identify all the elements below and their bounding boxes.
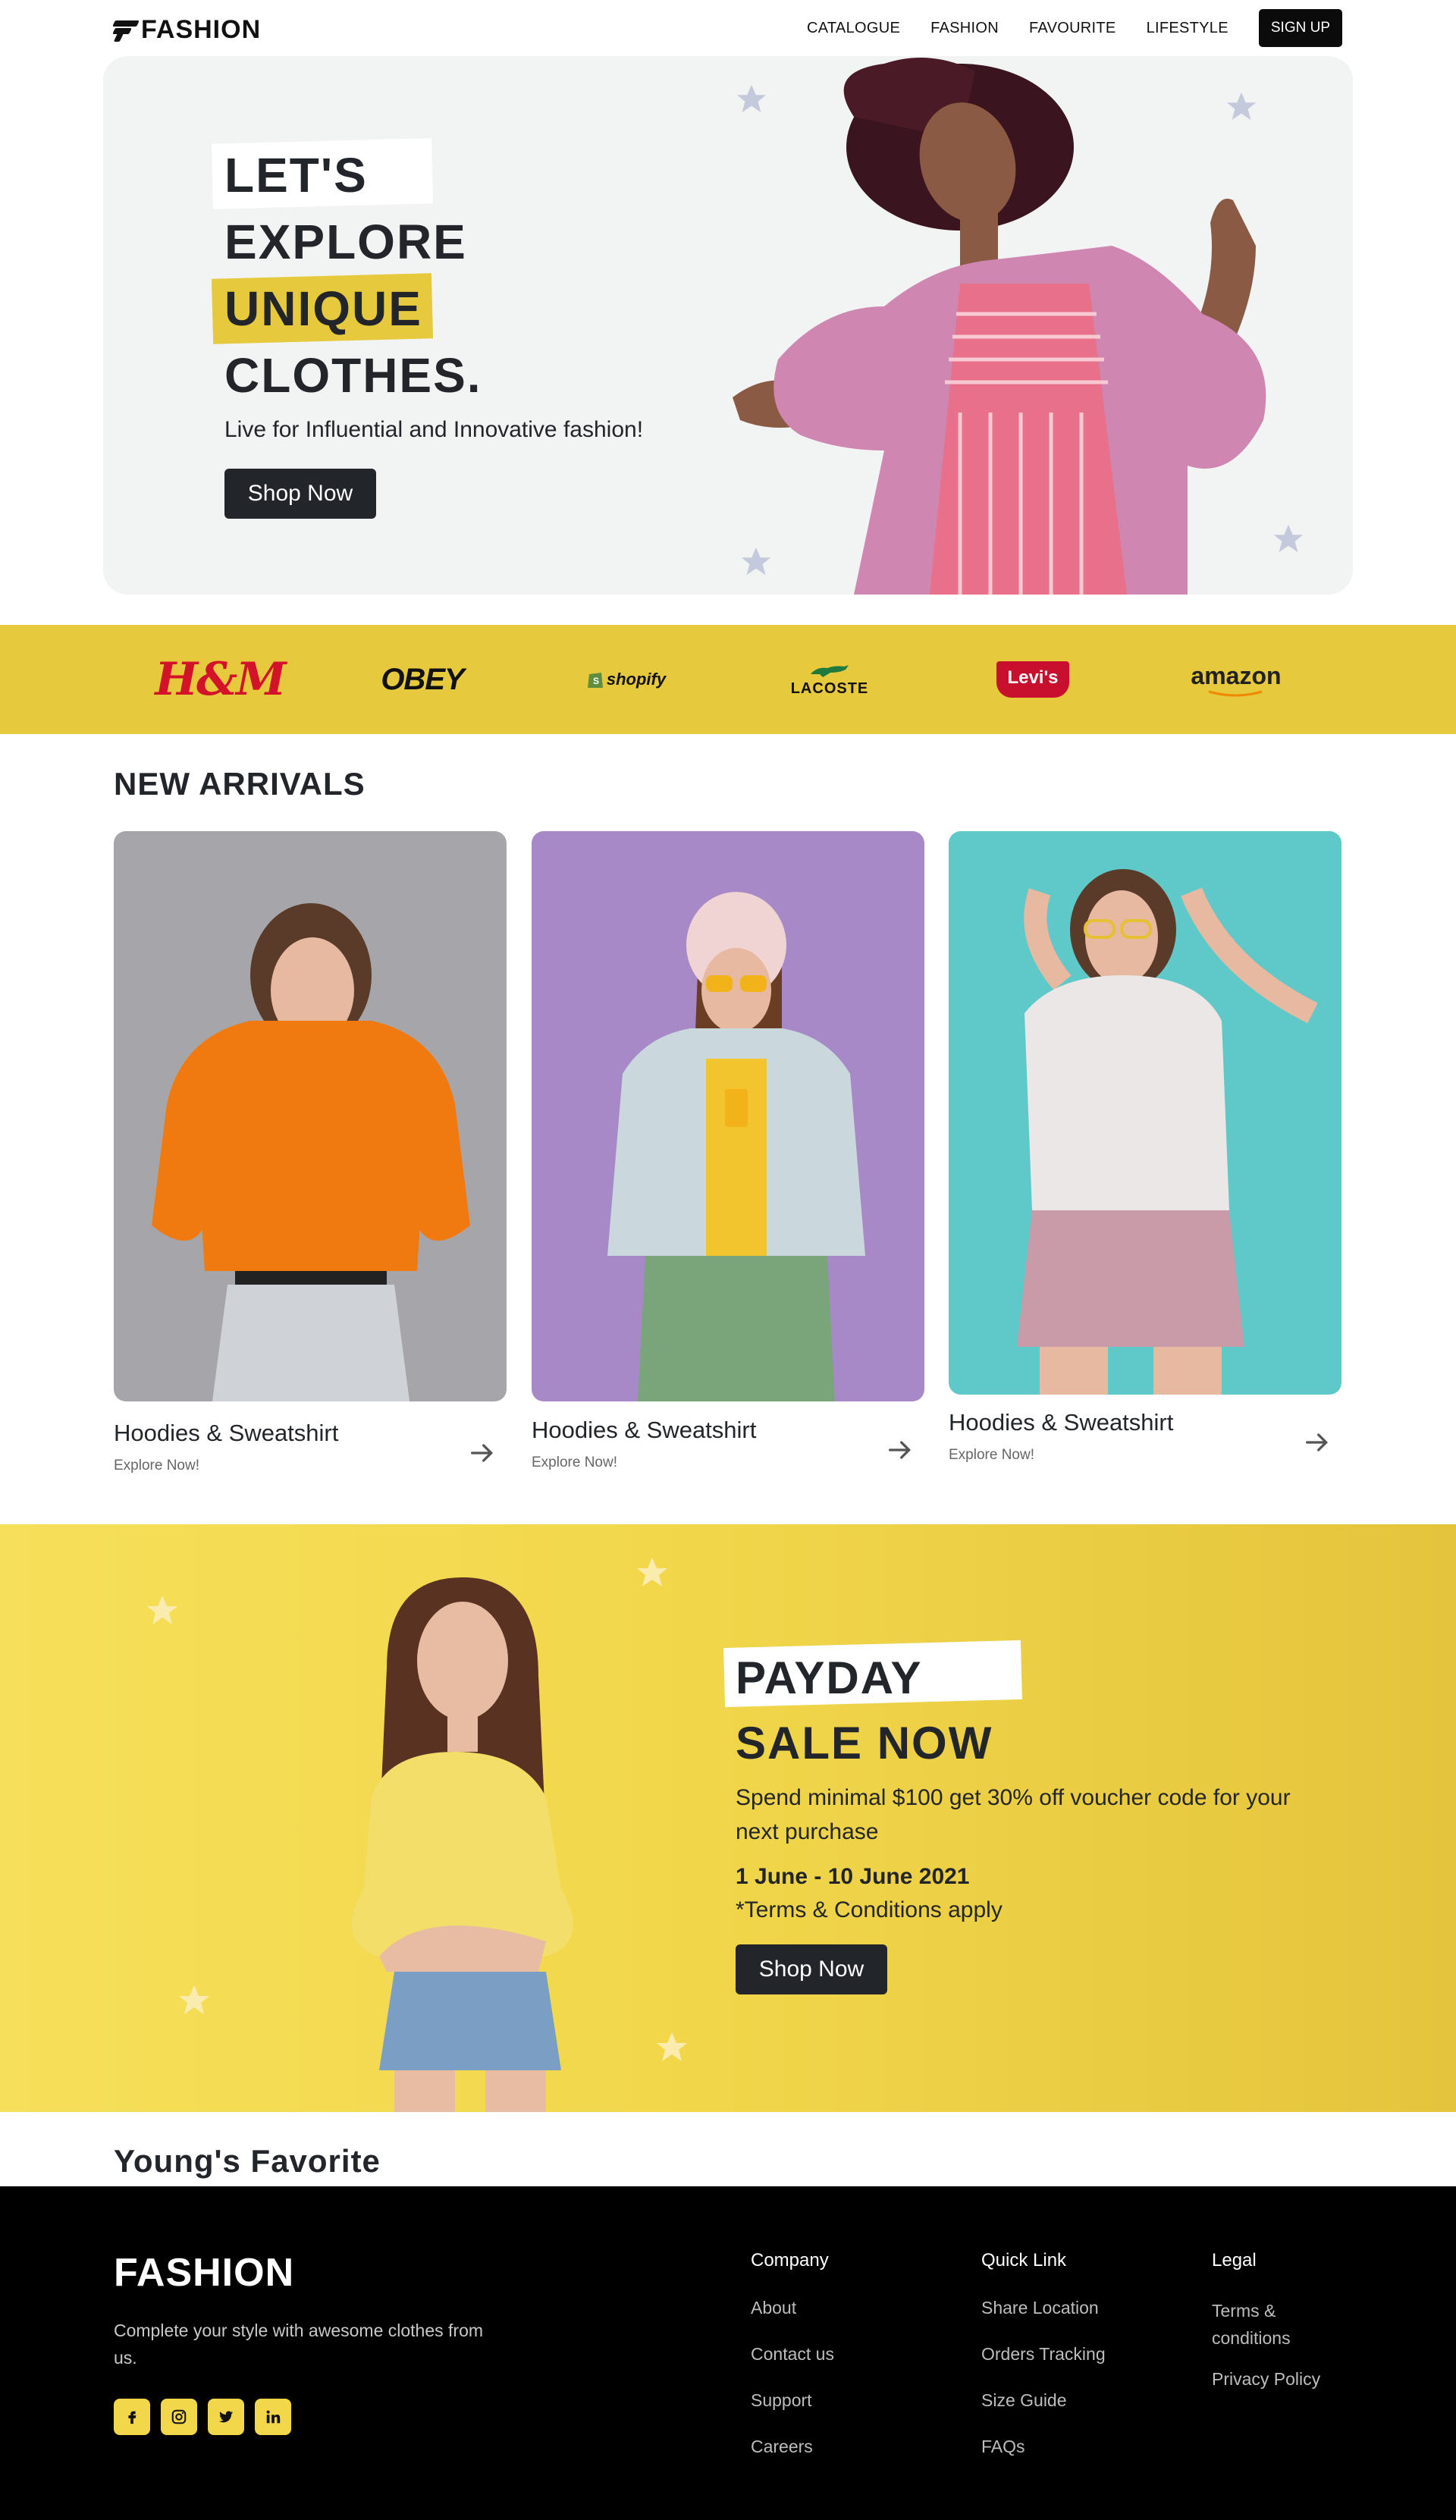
brand-label: Levi's [1007, 667, 1059, 688]
linkedin-icon[interactable] [255, 2399, 291, 2435]
product-card[interactable]: Hoodies & Sweatshirt Explore Now! [532, 831, 924, 1483]
product-image-jacket [532, 831, 924, 1401]
brand-label: LACOSTE [790, 679, 869, 697]
footer-link-size-guide[interactable]: Size Guide [981, 2390, 1106, 2411]
twitter-icon[interactable] [208, 2399, 244, 2435]
footer-column-title: Legal [1212, 2250, 1257, 2271]
footer-column-quick-link: Quick Link Share Location Orders Trackin… [981, 2250, 1106, 2482]
product-card[interactable]: Hoodies & Sweatshirt Explore Now! [949, 831, 1341, 1476]
payday-headline: PAYDAY [736, 1652, 923, 1703]
product-title: Hoodies & Sweatshirt [949, 1409, 1174, 1436]
product-subtitle: Explore Now! [949, 1447, 1034, 1463]
brand-logo-shopify[interactable]: S shopify [543, 625, 710, 734]
brand-label: amazon [1191, 661, 1282, 689]
hero-headline-line-3: UNIQUE [224, 281, 422, 336]
payday-date-range: 1 June - 10 June 2021 [736, 1864, 970, 1889]
star-icon [147, 1596, 177, 1624]
amazon-smile-icon [1208, 690, 1263, 696]
hero-subtitle: Live for Influential and Innovative fash… [224, 417, 644, 442]
nav-link-fashion[interactable]: FASHION [930, 20, 999, 37]
facebook-icon[interactable] [114, 2399, 150, 2435]
site-logo[interactable]: FASHION [112, 15, 262, 45]
footer-logo[interactable]: FASHION [114, 2250, 294, 2296]
brand-logo-amazon[interactable]: amazon [1153, 625, 1320, 734]
site-footer: FASHION Complete your style with awesome… [0, 2186, 1456, 2520]
signup-button[interactable]: SIGN UP [1258, 9, 1342, 47]
brand-label: OBEY [381, 662, 464, 696]
hero-headline-line-4: CLOTHES. [224, 348, 482, 403]
new-arrivals-title: NEW ARRIVALS [114, 766, 366, 802]
brand-logo-obey[interactable]: OBEY [339, 625, 506, 734]
footer-link-share-location[interactable]: Share Location [981, 2297, 1106, 2318]
footer-column-title: Company [751, 2250, 829, 2271]
logo-text: FASHION [141, 15, 262, 44]
hero-model-image [733, 58, 1266, 595]
footer-column-title: Quick Link [981, 2250, 1067, 2271]
hero-headline-line-1: LET'S [224, 148, 368, 202]
star-icon [637, 1558, 667, 1586]
product-title: Hoodies & Sweatshirt [532, 1417, 757, 1443]
brand-strip: H&M OBEY S shopify LACOSTE Levi's amazon [0, 625, 1456, 734]
footer-column-company: Company About Contact us Support Careers [751, 2250, 834, 2482]
star-icon [657, 2032, 687, 2061]
arrow-right-icon[interactable] [885, 1435, 915, 1465]
product-subtitle: Explore Now! [114, 1458, 199, 1473]
product-image-hoodie [114, 831, 507, 1401]
footer-link-careers[interactable]: Careers [751, 2436, 834, 2457]
instagram-icon[interactable] [161, 2399, 197, 2435]
nav-link-catalogue[interactable]: CATALOGUE [807, 20, 900, 37]
logo-icon [112, 19, 140, 42]
payday-terms: *Terms & Conditions apply [736, 1897, 1003, 1922]
brand-label: shopify [606, 670, 667, 689]
footer-link-orders-tracking[interactable]: Orders Tracking [981, 2343, 1106, 2365]
product-image-tshirt [949, 831, 1341, 1395]
footer-link-faqs[interactable]: FAQs [981, 2436, 1106, 2457]
footer-description: Complete your style with awesome clothes… [114, 2321, 484, 2368]
main-menu: CATALOGUE FASHION FAVOURITE LIFESTYLE SI… [807, 9, 1342, 47]
youngs-favorite-title: Young's Favorite [114, 2143, 381, 2179]
social-links [114, 2399, 291, 2435]
sale-now-headline: SALE NOW [736, 1718, 993, 1768]
footer-link-privacy[interactable]: Privacy Policy [1212, 2368, 1320, 2390]
brand-logo-levis[interactable]: Levi's [949, 625, 1116, 734]
hero-banner: LET'S EXPLORE UNIQUE CLOTHES. Live for I… [103, 56, 1353, 595]
top-nav: FASHION CATALOGUE FASHION FAVOURITE LIFE… [0, 0, 1456, 56]
payday-model-image [352, 1577, 573, 2112]
crocodile-icon [811, 664, 849, 677]
payday-sale-banner: PAYDAY SALE NOW Spend minimal $100 get 3… [0, 1524, 1456, 2112]
brand-label: H&M [155, 653, 286, 706]
shopify-bag-icon: S [587, 673, 603, 688]
brand-logo-hm[interactable]: H&M [136, 625, 303, 734]
footer-column-legal: Legal Terms & conditions Privacy Policy [1212, 2250, 1320, 2415]
footer-link-terms[interactable]: Terms & conditions [1212, 2297, 1318, 2352]
footer-link-support[interactable]: Support [751, 2390, 834, 2411]
nav-link-favourite[interactable]: FAVOURITE [1029, 20, 1116, 37]
payday-description: Spend minimal $100 get 30% off voucher c… [736, 1785, 1291, 1844]
nav-link-lifestyle[interactable]: LIFESTYLE [1147, 20, 1228, 37]
footer-link-about[interactable]: About [751, 2297, 834, 2318]
brand-logo-lacoste[interactable]: LACOSTE [746, 625, 913, 734]
hero-shop-now-button[interactable]: Shop Now [224, 469, 376, 519]
arrow-right-icon[interactable] [467, 1438, 497, 1468]
svg-text:S: S [593, 676, 599, 686]
arrow-right-icon[interactable] [1302, 1427, 1332, 1458]
footer-link-contact[interactable]: Contact us [751, 2343, 834, 2365]
product-title: Hoodies & Sweatshirt [114, 1420, 339, 1446]
product-card[interactable]: Hoodies & Sweatshirt Explore Now! [114, 831, 507, 1483]
star-icon [179, 1985, 209, 2014]
hero-headline-line-2: EXPLORE [224, 215, 467, 269]
payday-shop-now-button[interactable]: Shop Now [736, 1944, 887, 1994]
product-subtitle: Explore Now! [532, 1455, 617, 1470]
